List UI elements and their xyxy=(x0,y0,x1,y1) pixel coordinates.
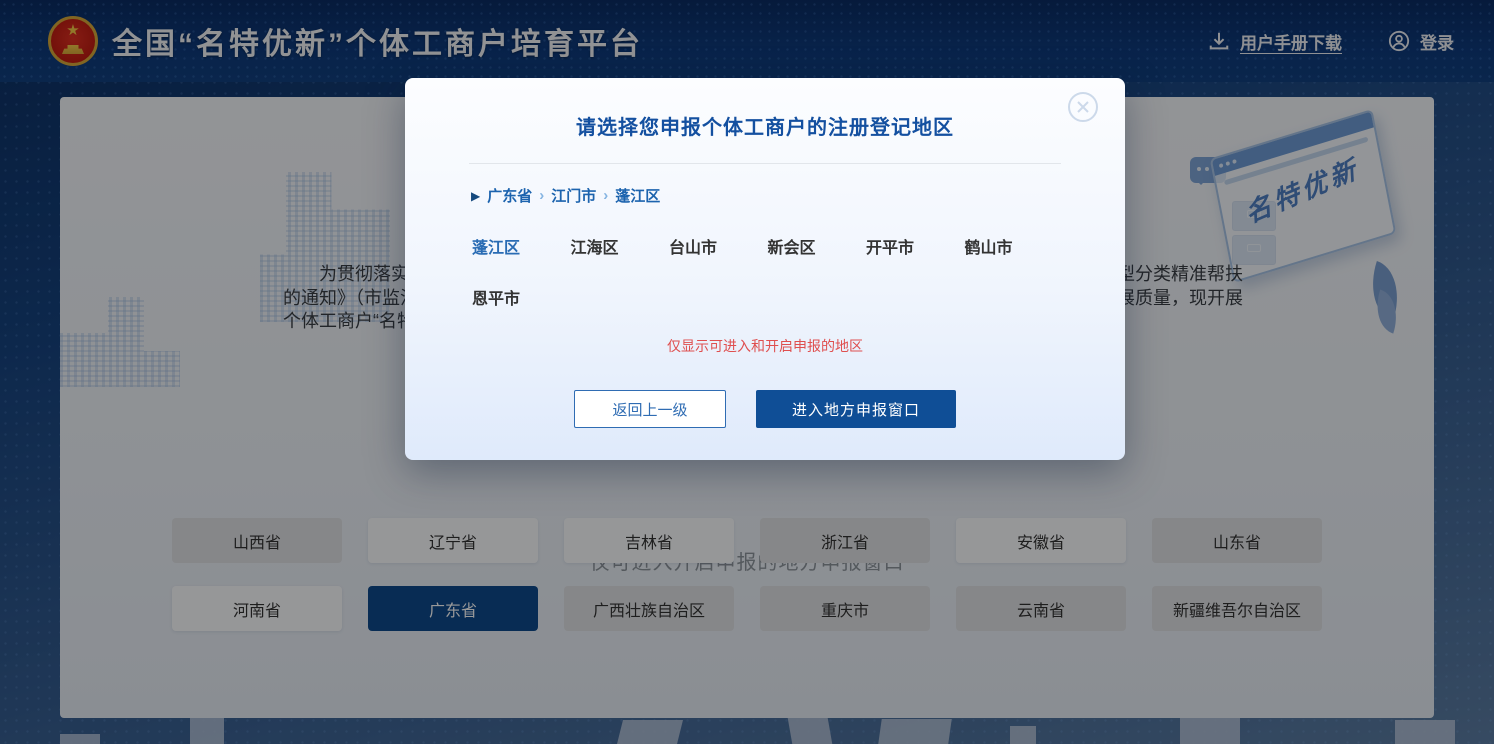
enter-window-button[interactable]: 进入地方申报窗口 xyxy=(756,390,956,428)
modal-title: 请选择您申报个体工商户的注册登记地区 xyxy=(405,111,1125,140)
availability-note: 仅显示可进入和开启申报的地区 xyxy=(405,336,1125,356)
district-option-selected[interactable]: 蓬江区 xyxy=(472,237,571,261)
chevron-right-icon: › xyxy=(539,187,544,204)
chevron-right-icon: › xyxy=(603,187,608,204)
region-select-modal: 请选择您申报个体工商户的注册登记地区 ▶ 广东省 › 江门市 › 蓬江区 蓬江区… xyxy=(405,78,1125,460)
district-option[interactable]: 新会区 xyxy=(768,237,867,261)
modal-actions: 返回上一级 进入地方申报窗口 xyxy=(405,390,1125,428)
breadcrumb-item-province[interactable]: 广东省 xyxy=(487,185,532,206)
back-button[interactable]: 返回上一级 xyxy=(574,390,726,428)
close-button[interactable] xyxy=(1068,92,1098,122)
district-option[interactable]: 江海区 xyxy=(571,237,670,261)
district-option[interactable]: 台山市 xyxy=(669,237,768,261)
district-option[interactable]: 开平市 xyxy=(866,237,965,261)
breadcrumb: ▶ 广东省 › 江门市 › 蓬江区 xyxy=(471,185,660,206)
divider xyxy=(469,163,1061,164)
breadcrumb-arrow-icon: ▶ xyxy=(471,190,480,202)
district-option[interactable]: 恩平市 xyxy=(472,288,571,312)
close-icon xyxy=(1076,100,1090,114)
district-option[interactable]: 鹤山市 xyxy=(965,237,1064,261)
breadcrumb-item-city[interactable]: 江门市 xyxy=(551,185,596,206)
district-list: 蓬江区 江海区 台山市 新会区 开平市 鹤山市 恩平市 xyxy=(472,237,1072,312)
breadcrumb-item-district[interactable]: 蓬江区 xyxy=(615,185,660,206)
